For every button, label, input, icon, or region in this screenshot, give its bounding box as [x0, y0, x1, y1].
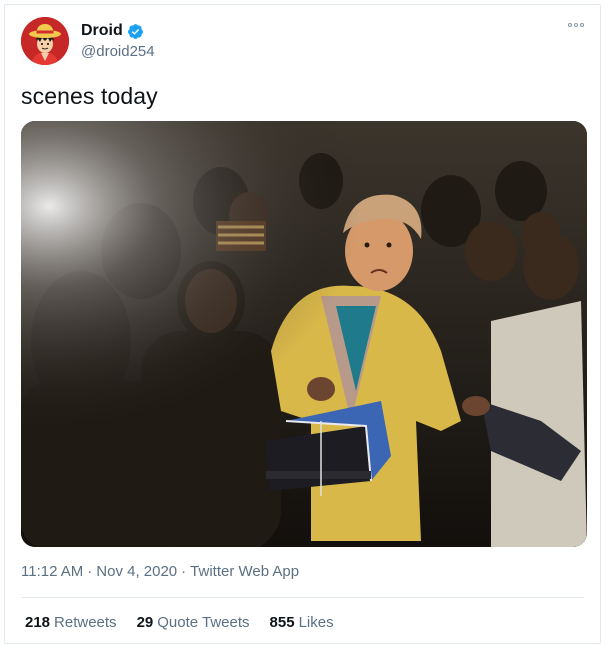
retweets-stat[interactable]: 218 Retweets	[25, 614, 117, 631]
tweet-source[interactable]: Twitter Web App	[190, 563, 299, 580]
user-handle[interactable]: @droid254	[81, 43, 155, 60]
meta-separator: ·	[181, 563, 187, 580]
engagement-stats: 218 Retweets 29 Quote Tweets 855 Likes	[25, 614, 334, 631]
more-dot	[574, 23, 578, 27]
tweet-media-photo[interactable]	[21, 121, 587, 547]
user-info: Droid @droid254	[81, 21, 155, 60]
tweet-meta: 11:12 AM · Nov 4, 2020 · Twitter Web App	[21, 563, 299, 580]
quote-tweets-stat[interactable]: 29 Quote Tweets	[137, 614, 250, 631]
more-dot	[568, 23, 572, 27]
divider	[21, 597, 584, 598]
verified-badge-icon	[127, 23, 144, 40]
retweets-label: Retweets	[54, 614, 117, 631]
tweet-time[interactable]: 11:12 AM	[21, 563, 83, 580]
display-name[interactable]: Droid	[81, 22, 123, 40]
tweet-text: scenes today	[21, 83, 158, 109]
meta-separator: ·	[87, 563, 93, 580]
quote-tweets-count: 29	[136, 614, 154, 631]
likes-count: 855	[269, 614, 295, 631]
retweets-count: 218	[25, 614, 51, 631]
quote-tweets-label: Quote Tweets	[157, 614, 250, 631]
likes-label: Likes	[298, 614, 334, 631]
tweet-card: Droid @droid254 scenes today 11:12 AM · …	[4, 4, 601, 644]
more-options-icon[interactable]	[566, 19, 586, 31]
straw-hat-avatar-icon	[21, 17, 69, 65]
crowd-photo-icon	[21, 121, 587, 547]
avatar[interactable]	[21, 17, 69, 65]
tweet-date[interactable]: Nov 4, 2020	[96, 563, 177, 580]
more-dot	[580, 23, 584, 27]
likes-stat[interactable]: 855 Likes	[270, 614, 334, 631]
